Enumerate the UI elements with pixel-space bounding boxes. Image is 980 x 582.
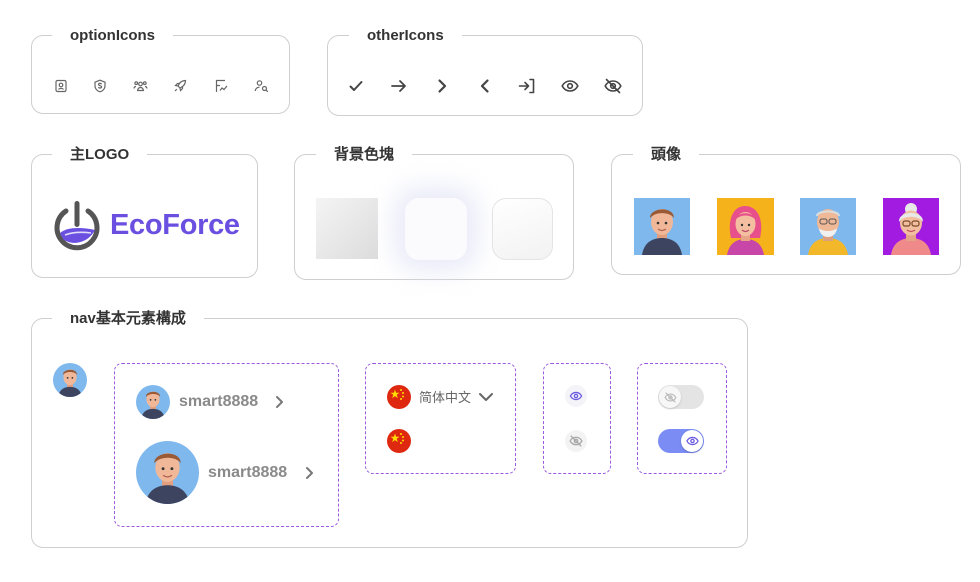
option-icons-group: optionIcons (31, 26, 290, 114)
user-menu-small[interactable]: smart8888 (136, 385, 296, 419)
bg-block-rounded (492, 198, 553, 260)
avatar-old-man (800, 198, 856, 255)
bg-block-gradient (316, 198, 378, 259)
bg-block-glow (405, 198, 467, 260)
option-icons-title: optionIcons (52, 26, 173, 46)
bg-blocks-group: 背景色塊 (294, 145, 574, 280)
language-label: 简体中文 (419, 390, 472, 405)
nav-elements-group: nav基本元素構成 smart8888 smart8888 简体中文 (31, 309, 748, 548)
main-logo-group: 主LOGO EcoForce (31, 145, 258, 278)
nav-elements-title: nav基本元素構成 (52, 309, 204, 329)
ecoforce-logo-icon (50, 197, 104, 255)
language-selector[interactable]: 简体中文 (387, 384, 499, 410)
user-menu-large[interactable]: smart8888 (136, 441, 326, 504)
logo-text: EcoForce (110, 209, 240, 241)
users-group-icon[interactable] (131, 77, 149, 95)
toggle-knob (659, 386, 681, 408)
visibility-toggle-on[interactable] (658, 429, 704, 453)
login-icon[interactable] (517, 76, 537, 96)
username-large: smart8888 (208, 464, 288, 481)
check-icon[interactable] (346, 76, 366, 96)
chevron-right-icon[interactable] (432, 76, 452, 96)
toggle-knob (681, 430, 703, 452)
arrow-right-icon[interactable] (389, 76, 409, 96)
avatar-old-woman (883, 198, 939, 255)
chevron-left-icon[interactable] (475, 76, 495, 96)
nav-avatar[interactable] (53, 363, 87, 397)
other-icons-title: otherIcons (349, 26, 462, 46)
eye-off-button[interactable] (565, 430, 587, 452)
eye-button[interactable] (565, 385, 587, 407)
visibility-toggle-off[interactable] (658, 385, 704, 409)
bg-blocks-title: 背景色塊 (316, 145, 413, 165)
visibility-toggle-variants (637, 363, 727, 474)
china-flag-icon (387, 385, 411, 409)
rocket-icon[interactable] (171, 77, 189, 95)
user-avatar-small (136, 385, 170, 419)
flag-chart-icon[interactable] (212, 77, 230, 95)
chevron-down-icon (477, 388, 495, 406)
dollar-shield-icon[interactable] (91, 77, 109, 95)
avatar-pink-hair-woman (717, 198, 774, 255)
username-small: smart8888 (179, 393, 259, 410)
avatars-title: 頭像 (633, 145, 700, 165)
avatar-young-man (634, 198, 690, 255)
other-icons-group: otherIcons (327, 26, 643, 116)
main-logo-title: 主LOGO (52, 145, 148, 165)
eye-off-icon[interactable] (603, 76, 623, 96)
user-avatar-large (136, 441, 199, 504)
language-selector-variants (365, 363, 516, 474)
chevron-right-icon (302, 464, 316, 482)
eye-icon[interactable] (560, 76, 580, 96)
visibility-button-variants (543, 363, 611, 474)
user-search-icon[interactable] (252, 77, 270, 95)
china-flag-icon[interactable] (387, 429, 411, 453)
chevron-right-icon (272, 393, 286, 411)
id-badge-icon[interactable] (52, 77, 70, 95)
avatars-group: 頭像 (611, 145, 961, 275)
